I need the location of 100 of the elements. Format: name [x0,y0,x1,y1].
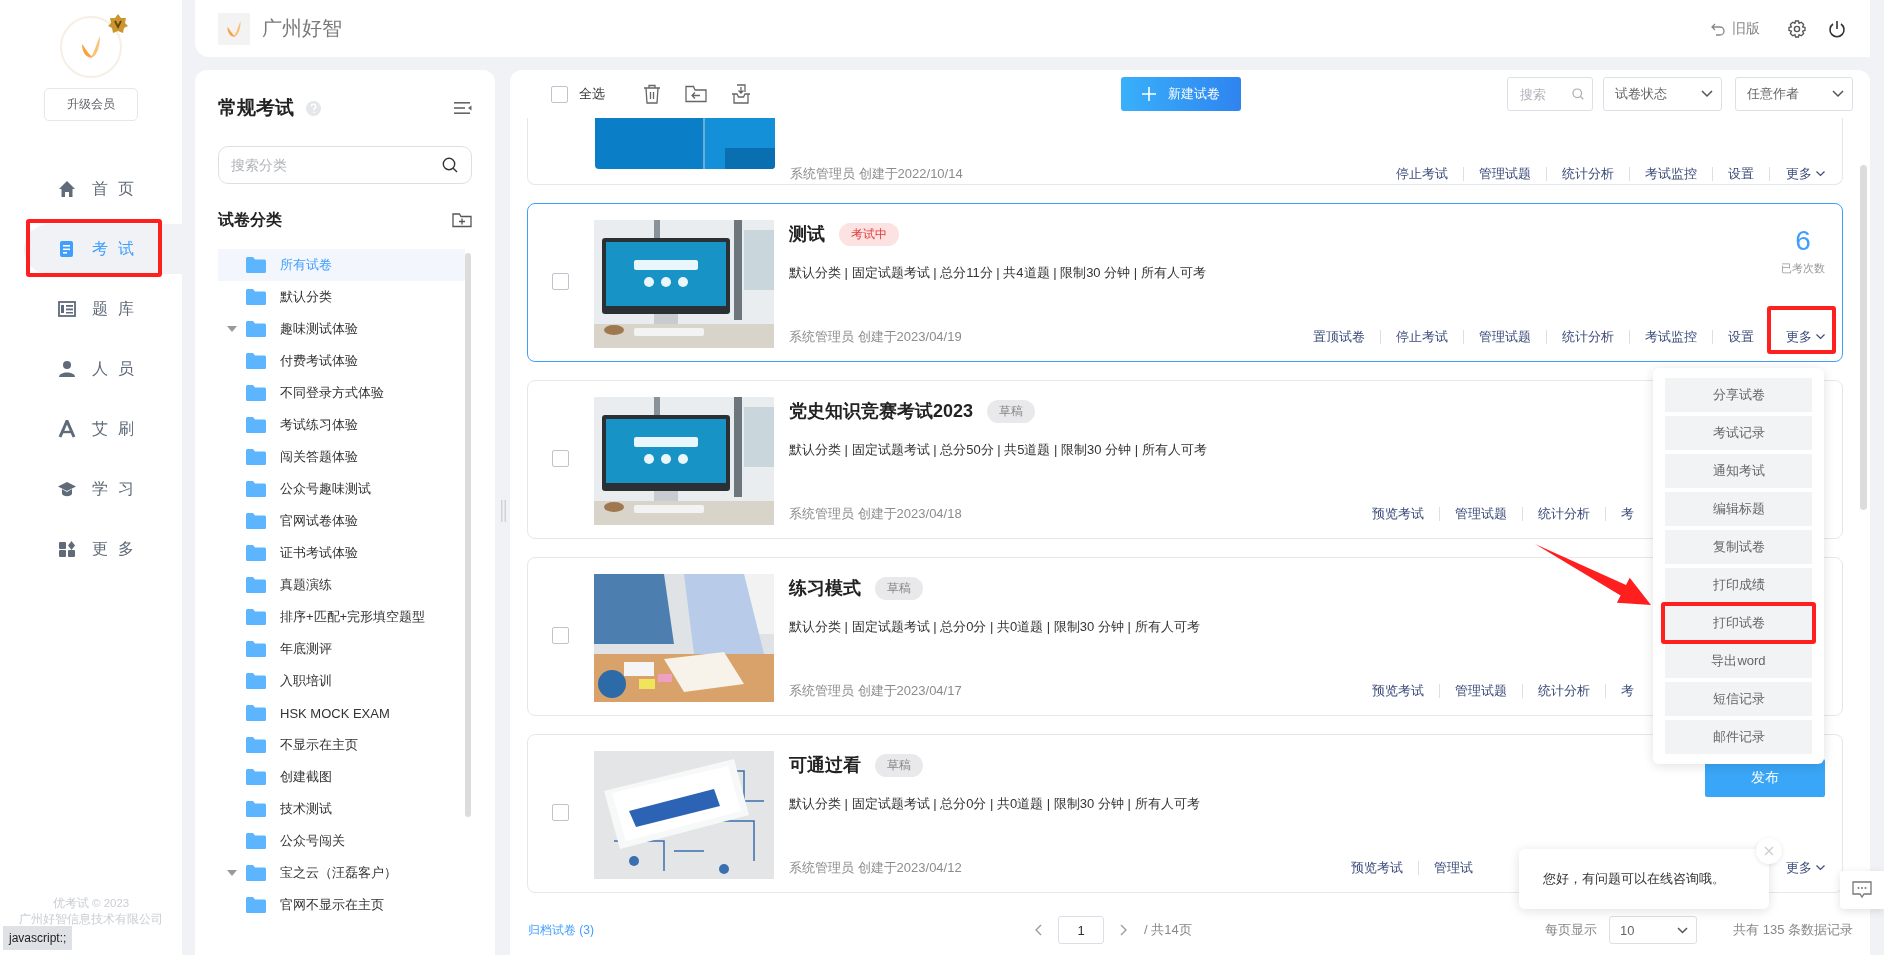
more-link[interactable]: 更多 [1769,330,1825,344]
tree-item[interactable]: HSK MOCK EXAM [218,697,465,729]
action-link[interactable]: 管理试题 [1439,684,1522,698]
checkbox[interactable] [552,450,569,467]
tree-item[interactable]: 官网试卷体验 [218,505,465,537]
nav-item[interactable]: 学习 [24,464,182,514]
nav-item[interactable]: 题库 [24,284,182,334]
action-link[interactable]: 考试监控 [1629,330,1712,344]
checkbox[interactable] [552,627,569,644]
next-icon[interactable] [1120,924,1128,936]
action-link[interactable]: 管理试 [1418,861,1488,875]
checkbox[interactable] [551,85,568,103]
caret-icon[interactable] [227,326,237,332]
action-link[interactable]: 统计分析 [1546,167,1629,181]
action-link[interactable]: 管理试题 [1463,167,1546,181]
nav-item[interactable]: 更多 [24,524,182,574]
search-field[interactable]: 搜索分类 [218,146,472,184]
per-page-select[interactable]: 10 [1609,916,1698,944]
action-link[interactable]: 设置 [1712,330,1769,344]
filter-select[interactable]: 试卷状态 [1603,77,1722,111]
splitter-handle[interactable] [501,500,506,522]
tree-item[interactable]: 默认分类 [218,281,465,313]
highlight-frame [1767,306,1836,354]
caret-icon[interactable] [227,870,237,876]
tree-item[interactable]: 公众号闯关 [218,825,465,857]
exam-title[interactable]: 党史知识竞赛考试2023 [789,399,974,423]
menu-item[interactable]: 编辑标题 [1665,492,1812,526]
action-link[interactable]: 停止考试 [1381,167,1463,181]
menu-item[interactable]: 考试记录 [1665,416,1812,450]
home-icon [58,180,76,198]
action-link[interactable]: 置顶试卷 [1298,330,1380,344]
action-link[interactable]: 设置 [1712,167,1769,181]
tree-item[interactable]: 公众号趣味测试 [218,473,465,505]
search-field[interactable]: 搜索 [1507,77,1593,111]
settings-icon[interactable] [1788,19,1806,38]
exam-title[interactable]: 可通过看 [789,753,861,777]
menu-item[interactable]: 打印成绩 [1665,568,1812,602]
action-link[interactable]: 停止考试 [1380,330,1463,344]
tree-item[interactable]: 入职培训 [218,665,465,697]
action-link[interactable]: 统计分析 [1522,684,1605,698]
creator-text: 系统管理员 创建于2023/04/12 [789,859,962,877]
nav-item[interactable]: 首页 [24,164,182,214]
menu-item[interactable]: 复制试卷 [1665,530,1812,564]
tree-item[interactable]: 闯关答题体验 [218,441,465,473]
checkbox[interactable] [552,273,569,290]
chat-icon [1852,881,1872,899]
scrollbar[interactable] [465,253,471,817]
tree-item[interactable]: 不显示在主页 [218,729,465,761]
folder-icon [246,449,266,465]
previous-icon[interactable] [1034,924,1042,936]
select-all-label[interactable]: 全选 [579,85,605,103]
tree-item[interactable]: 不同登录方式体验 [218,377,465,409]
action-link[interactable]: 考 [1605,684,1649,698]
nav-item[interactable]: 艾刷 [24,404,182,454]
action-link[interactable]: 考 [1605,507,1649,521]
tree-item[interactable]: 年底测评 [218,633,465,665]
more-link[interactable]: 更多 [1769,167,1825,181]
exam-title[interactable]: 测试 [789,222,825,246]
action-link[interactable]: 预览考试 [1336,861,1418,875]
exam-details: 默认分类 | 固定试题考试 | 总分0分 | 共0道题 | 限制30 分钟 | 所有人可考 [789,618,1200,636]
add-folder-icon[interactable] [452,212,472,228]
action-link[interactable]: 预览考试 [1357,684,1439,698]
menu-item[interactable]: 通知考试 [1665,454,1812,488]
action-link[interactable]: 统计分析 [1522,507,1605,521]
tree-item[interactable]: 宝之云（汪磊客户） [218,857,465,889]
tree-item[interactable]: 技术测试 [218,793,465,825]
tree-item[interactable]: 官网不显示在主页 [218,889,465,921]
action-link[interactable]: 统计分析 [1546,330,1629,344]
document-icon [58,240,76,258]
page-input[interactable]: 1 [1058,916,1104,944]
chat-button[interactable] [1840,871,1884,909]
tree-item[interactable]: 真题演练 [218,569,465,601]
menu-item[interactable]: 导出word [1665,644,1812,678]
filter-select[interactable]: 任意作者 [1735,77,1853,111]
trash-icon[interactable] [643,84,661,104]
tree-item[interactable]: 证书考试体验 [218,537,465,569]
action-link[interactable]: 预览考试 [1357,507,1439,521]
old-version-link[interactable]: 旧版 [1710,19,1760,38]
menu-item[interactable]: 短信记录 [1665,682,1812,716]
collapse-menu-icon[interactable] [454,101,472,115]
action-link[interactable]: 管理试题 [1439,507,1522,521]
tree-item[interactable]: 考试练习体验 [218,409,465,441]
menu-item[interactable]: 分享试卷 [1665,378,1812,412]
exam-title[interactable]: 练习模式 [789,576,861,600]
tree-item[interactable]: 付费考试体验 [218,345,465,377]
inbox-icon[interactable] [731,84,751,104]
tree-item[interactable]: 趣味测试体验 [218,313,465,345]
power-icon[interactable] [1828,19,1846,38]
tree-item[interactable]: 创建截图 [218,761,465,793]
folder-move-icon[interactable] [685,85,707,103]
menu-item[interactable]: 打印试卷 [1665,606,1812,640]
action-link[interactable]: 管理试题 [1463,330,1546,344]
checkbox[interactable] [552,804,569,821]
menu-item[interactable]: 邮件记录 [1665,720,1812,754]
scrollbar[interactable] [1860,165,1867,510]
nav-item[interactable]: 人员 [24,344,182,394]
upgrade-button[interactable]: 升级会员 [44,88,138,121]
tree-item[interactable]: 排序+匹配+完形填空题型 [218,601,465,633]
more-link[interactable]: 更多 [1770,861,1825,875]
action-link[interactable]: 考试监控 [1629,167,1712,181]
